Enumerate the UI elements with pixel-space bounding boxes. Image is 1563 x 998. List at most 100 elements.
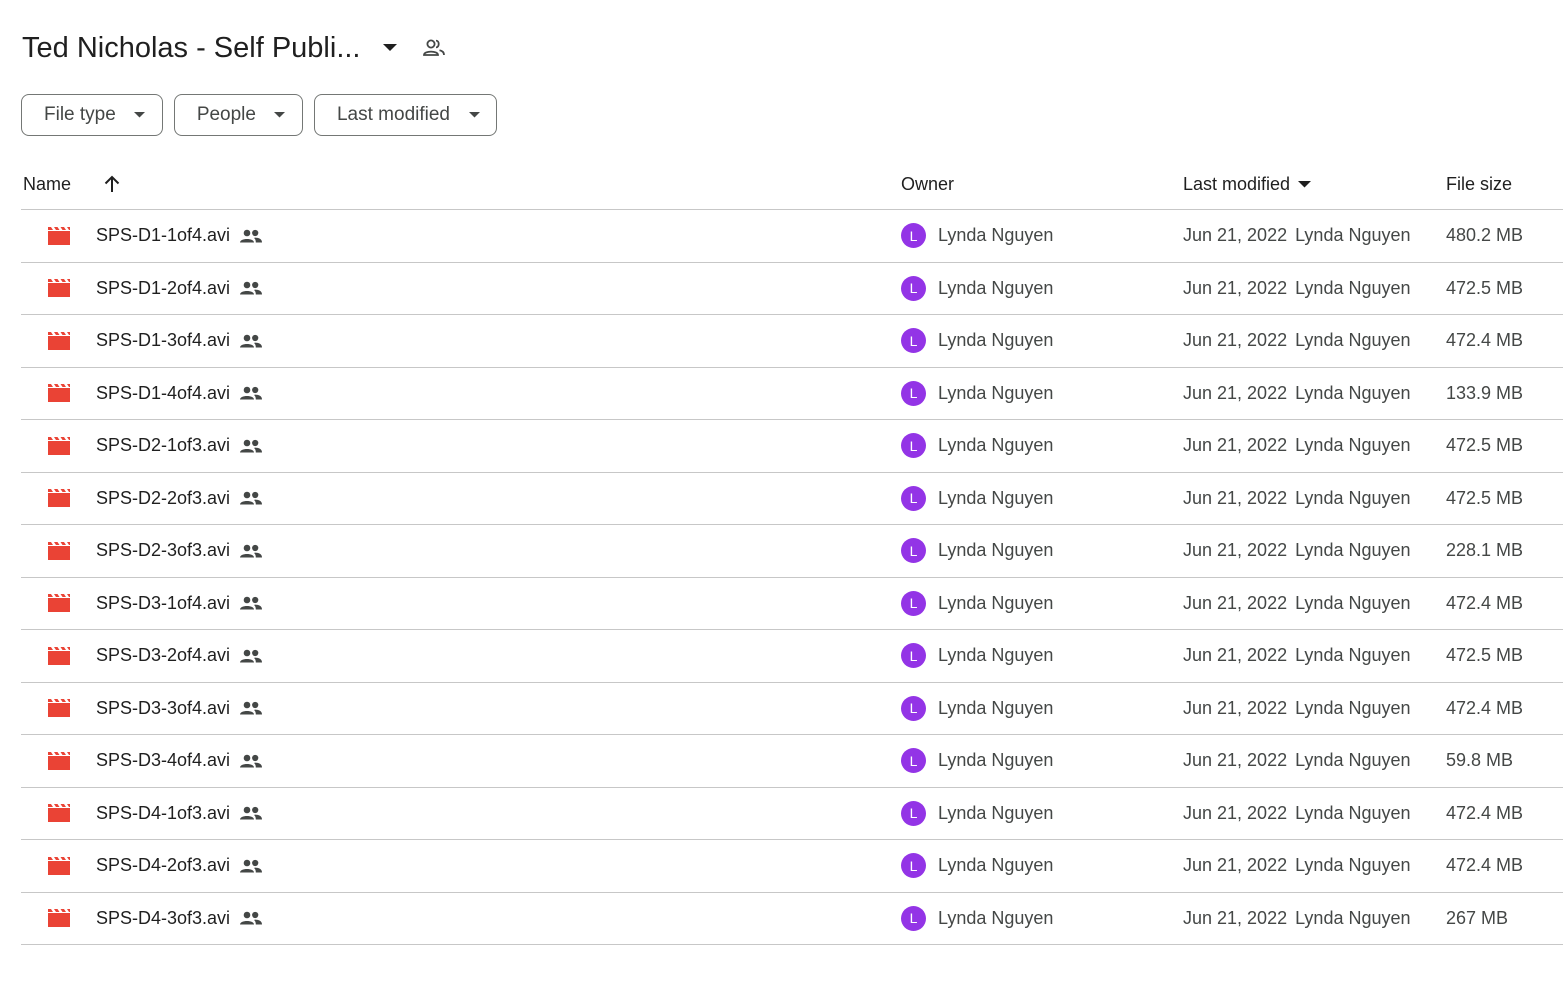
avatar: L [901, 275, 926, 301]
file-name[interactable]: SPS-D4-1of3.avi [96, 803, 230, 824]
file-name-cell[interactable]: SPS-D4-2of3.avi [96, 840, 263, 892]
last-modified-cell: Jun 21, 2022 Lynda Nguyen [1183, 683, 1411, 735]
owner-cell: L Lynda Nguyen [901, 735, 1053, 787]
shared-people-icon [240, 648, 263, 664]
shared-people-icon [240, 490, 263, 506]
folder-title[interactable]: Ted Nicholas - Self Publi... [22, 32, 360, 65]
file-name-cell[interactable]: SPS-D4-3of3.avi [96, 893, 263, 945]
file-name-cell[interactable]: SPS-D1-3of4.avi [96, 315, 263, 367]
table-row[interactable]: SPS-D3-4of4.avi L Lynda Nguyen Jun 21, 2… [21, 735, 1563, 788]
shared-people-icon [240, 228, 263, 244]
table-row[interactable]: SPS-D3-3of4.avi L Lynda Nguyen Jun 21, 2… [21, 683, 1563, 735]
modified-by: Lynda Nguyen [1295, 750, 1411, 771]
file-name-cell[interactable]: SPS-D4-1of3.avi [96, 788, 263, 840]
video-file-icon [48, 630, 70, 682]
table-header: Name Owner Last modified File size [21, 158, 1563, 210]
last-modified-cell: Jun 21, 2022 Lynda Nguyen [1183, 210, 1411, 262]
folder-menu-chevron-down-icon[interactable] [378, 36, 402, 60]
file-name[interactable]: SPS-D1-1of4.avi [96, 225, 230, 246]
file-size: 472.4 MB [1446, 592, 1524, 613]
shared-folder-people-icon[interactable] [420, 34, 448, 62]
file-name-cell[interactable]: SPS-D3-3of4.avi [96, 683, 263, 735]
file-size-cell: 472.5 MB [1446, 263, 1523, 315]
modified-by: Lynda Nguyen [1295, 802, 1411, 823]
file-name-cell[interactable]: SPS-D3-2of4.avi [96, 630, 263, 682]
table-row[interactable]: SPS-D4-1of3.avi L Lynda Nguyen Jun 21, 2… [21, 788, 1563, 840]
file-list-table: Name Owner Last modified File size SPS-D… [21, 158, 1563, 945]
file-size-cell: 472.4 MB [1446, 578, 1523, 630]
owner-cell: L Lynda Nguyen [901, 525, 1053, 577]
file-name[interactable]: SPS-D1-3of4.avi [96, 330, 230, 351]
owner-cell: L Lynda Nguyen [901, 578, 1053, 630]
table-row[interactable]: SPS-D3-2of4.avi L Lynda Nguyen Jun 21, 2… [21, 630, 1563, 683]
avatar: L [901, 328, 926, 354]
owner-column-header[interactable]: Owner [901, 158, 954, 210]
table-row[interactable]: SPS-D1-3of4.avi L Lynda Nguyen Jun 21, 2… [21, 315, 1563, 368]
table-row[interactable]: SPS-D2-1of3.avi L Lynda Nguyen Jun 21, 2… [21, 420, 1563, 473]
last-modified-column-header[interactable]: Last modified [1183, 158, 1312, 210]
file-name-cell[interactable]: SPS-D1-1of4.avi [96, 210, 263, 262]
video-file-icon [48, 735, 70, 787]
file-size-cell: 472.5 MB [1446, 473, 1523, 525]
file-name-cell[interactable]: SPS-D3-4of4.avi [96, 735, 263, 787]
last-modified-cell: Jun 21, 2022 Lynda Nguyen [1183, 420, 1411, 472]
modified-date: Jun 21, 2022 [1183, 750, 1288, 771]
file-name[interactable]: SPS-D3-3of4.avi [96, 698, 230, 719]
video-file-icon [48, 578, 70, 630]
chip-label: File type [44, 104, 116, 125]
file-name[interactable]: SPS-D3-4of4.avi [96, 750, 230, 771]
file-name[interactable]: SPS-D4-2of3.avi [96, 855, 230, 876]
last-modified-cell: Jun 21, 2022 Lynda Nguyen [1183, 893, 1411, 945]
table-row[interactable]: SPS-D1-4of4.avi L Lynda Nguyen Jun 21, 2… [21, 368, 1563, 420]
file-size: 472.4 MB [1446, 802, 1524, 823]
owner-name: Lynda Nguyen [938, 750, 1054, 771]
owner-name: Lynda Nguyen [938, 382, 1054, 403]
table-row[interactable]: SPS-D2-3of3.avi L Lynda Nguyen Jun 21, 2… [21, 525, 1563, 578]
table-row[interactable]: SPS-D1-1of4.avi L Lynda Nguyen Jun 21, 2… [21, 210, 1563, 263]
modified-by: Lynda Nguyen [1295, 225, 1411, 246]
last-modified-cell: Jun 21, 2022 Lynda Nguyen [1183, 840, 1411, 892]
shared-people-icon [240, 595, 263, 611]
file-name[interactable]: SPS-D3-2of4.avi [96, 645, 230, 666]
file-size-column-header[interactable]: File size [1446, 158, 1512, 210]
video-file-icon [48, 788, 70, 840]
table-row[interactable]: SPS-D4-3of3.avi L Lynda Nguyen Jun 21, 2… [21, 893, 1563, 945]
file-name[interactable]: SPS-D3-1of4.avi [96, 593, 230, 614]
owner-name: Lynda Nguyen [938, 225, 1054, 246]
chevron-down-icon[interactable] [1298, 179, 1312, 189]
file-name[interactable]: SPS-D1-2of4.avi [96, 278, 230, 299]
file-name-cell[interactable]: SPS-D2-2of3.avi [96, 473, 263, 525]
last-modified-filter-chip[interactable]: Last modified [313, 94, 497, 136]
file-name-cell[interactable]: SPS-D2-1of3.avi [96, 420, 263, 472]
modified-by: Lynda Nguyen [1295, 645, 1411, 666]
shared-people-icon [240, 805, 263, 821]
file-name[interactable]: SPS-D2-2of3.avi [96, 488, 230, 509]
owner-name: Lynda Nguyen [938, 907, 1054, 928]
file-type-filter-chip[interactable]: File type [21, 94, 163, 136]
table-row[interactable]: SPS-D4-2of3.avi L Lynda Nguyen Jun 21, 2… [21, 840, 1563, 893]
file-name[interactable]: SPS-D4-3of3.avi [96, 908, 230, 929]
last-modified-cell: Jun 21, 2022 Lynda Nguyen [1183, 263, 1411, 315]
file-name[interactable]: SPS-D2-3of3.avi [96, 540, 230, 561]
owner-cell: L Lynda Nguyen [901, 263, 1053, 315]
file-name-cell[interactable]: SPS-D1-4of4.avi [96, 368, 263, 420]
folder-header: Ted Nicholas - Self Publi... [22, 26, 448, 70]
owner-name: Lynda Nguyen [938, 592, 1054, 613]
owner-cell: L Lynda Nguyen [901, 420, 1053, 472]
people-filter-chip[interactable]: People [173, 94, 303, 136]
sort-arrow-up-icon[interactable] [101, 173, 123, 195]
name-column-header[interactable]: Name [23, 158, 123, 210]
video-file-icon [48, 210, 70, 262]
file-name-cell[interactable]: SPS-D3-1of4.avi [96, 578, 263, 630]
avatar: L [901, 538, 926, 564]
file-name[interactable]: SPS-D2-1of3.avi [96, 435, 230, 456]
file-name-cell[interactable]: SPS-D2-3of3.avi [96, 525, 263, 577]
table-row[interactable]: SPS-D2-2of3.avi L Lynda Nguyen Jun 21, 2… [21, 473, 1563, 525]
table-row[interactable]: SPS-D1-2of4.avi L Lynda Nguyen Jun 21, 2… [21, 263, 1563, 315]
video-file-icon [48, 473, 70, 525]
avatar: L [901, 748, 926, 774]
file-name[interactable]: SPS-D1-4of4.avi [96, 383, 230, 404]
table-row[interactable]: SPS-D3-1of4.avi L Lynda Nguyen Jun 21, 2… [21, 578, 1563, 630]
file-name-cell[interactable]: SPS-D1-2of4.avi [96, 263, 263, 315]
owner-cell: L Lynda Nguyen [901, 210, 1053, 262]
